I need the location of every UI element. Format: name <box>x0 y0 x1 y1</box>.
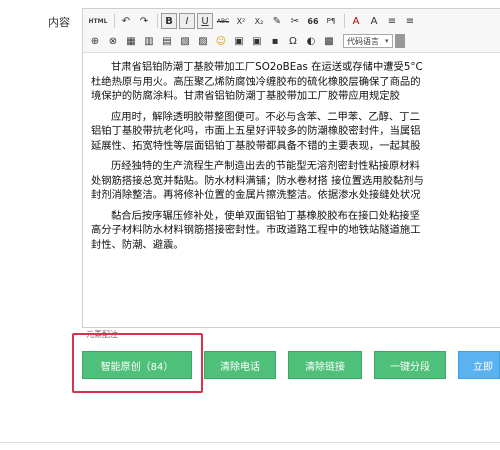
code-block-icon[interactable]: ▪ <box>267 33 283 49</box>
strikethrough-icon[interactable]: ABC <box>215 13 231 29</box>
paragraph-line: 甘肃省铝铂防潮丁基胶带加工厂SO2oBEas 在运送或存储中遭受5°C <box>111 61 423 73</box>
unlink-icon[interactable]: ⊗ <box>105 33 121 49</box>
toolbar-separator <box>114 14 115 28</box>
clear-phone-button[interactable]: 清除电话 <box>204 351 276 379</box>
editor-toolbar: HTML ↶ ↷ B I U ABC X² X₂ ✎ ✂ 66 P¶ A A ≡… <box>83 9 500 53</box>
paragraph-line: 铝铂丁基胶带抗老化吗，市面上五星好评较多的防潮橡胶密封件，当属铝 <box>91 125 421 137</box>
paragraph-line: 应用时，解除透明胶带整图便可。不必与含苯、二甲苯、乙醇、丁二 <box>111 110 420 123</box>
paragraph-line: 封性、防潮、避震。 <box>91 238 184 251</box>
one-click-paragraph-button[interactable]: 一键分段 <box>374 351 446 379</box>
paragraph-line: 杜绝热原与用火。高压聚乙烯防腐蚀冷缠胶布的硫化橡胶层确保了商品的 <box>91 75 421 88</box>
blockquote-icon[interactable]: 66 <box>305 13 321 29</box>
paragraph-line: 处钢筋搭接总宽并黏贴。防水材料满铺；防水卷材搭 接位置选用胶黏剂与 <box>91 174 424 187</box>
insert-frame-icon[interactable]: ▣ <box>231 33 247 49</box>
image-icon[interactable]: ▦ <box>123 33 139 49</box>
map-icon[interactable]: ▧ <box>177 33 193 49</box>
background-color-icon[interactable]: A <box>366 13 382 29</box>
rich-text-editor[interactable]: HTML ↶ ↷ B I U ABC X² X₂ ✎ ✂ 66 P¶ A A ≡… <box>82 8 500 328</box>
preview-icon[interactable]: ◐ <box>303 33 319 49</box>
bold-icon[interactable]: B <box>161 13 177 29</box>
toolbar-separator <box>344 14 345 28</box>
paragraph-format-icon[interactable]: P¶ <box>323 13 339 29</box>
element-note-label: 元素配注 <box>86 330 118 339</box>
editor-content[interactable]: 甘肃省铝铂防潮丁基胶带加工厂SO2oBEas 在运送或存储中遭受5°C 杜绝热原… <box>91 60 500 252</box>
clear-format-icon[interactable]: ✂ <box>287 13 303 29</box>
toolbar-separator <box>157 14 158 28</box>
emoji-icon[interactable]: ☺ <box>213 33 229 49</box>
undo-icon[interactable]: ↶ <box>118 13 134 29</box>
table-icon[interactable]: ▤ <box>159 33 175 49</box>
toolbar-row-1: HTML ↶ ↷ B I U ABC X² X₂ ✎ ✂ 66 P¶ A A ≡… <box>87 12 420 30</box>
code-language-label: 代码语言 <box>347 36 379 46</box>
attachment-icon[interactable]: ▨ <box>195 33 211 49</box>
paragraph-line: 黏合后按序辗压修补处，使单双面铝铂丁基橡胶胶布在接口处粘接坚 <box>111 209 420 222</box>
video-icon[interactable]: ▥ <box>141 33 157 49</box>
paragraph-line: 历经独特的生产流程生产制造出去的节能型无溶剂密封性粘接原材料 <box>111 160 420 172</box>
publish-now-button[interactable]: 立即 <box>458 351 500 379</box>
html-source-button[interactable]: HTML <box>87 13 109 29</box>
underline-icon[interactable]: U <box>197 13 213 29</box>
code-language-select[interactable]: 代码语言 ▾ <box>343 34 393 48</box>
paragraph-line: 高分子材料防水材料钢筋搭接密封性。市政道路工程中的地铁站隧道施工 <box>91 224 421 236</box>
paragraph-line: 延展性、拓宽特性等层面铝铂丁基胶带都具备不错的主要表现，一起其股 <box>91 139 421 152</box>
link-icon[interactable]: ⊕ <box>87 33 103 49</box>
paragraph-line: 封剂消除整洁。再将修补位置的金属片擦洗整洁。依据渗水处接缝处状况 <box>91 189 421 201</box>
chevron-down-icon: ▾ <box>385 37 389 45</box>
subscript-icon[interactable]: X₂ <box>251 13 267 29</box>
toolbar-row-2: ⊕ ⊗ ▦ ▥ ▤ ▧ ▨ ☺ ▣ ▣ ▪ Ω ◐ ▩ 代码语言 ▾ <box>87 32 405 50</box>
paragraph-line: 境保护的防腐涂料。甘肃省铝铂防潮丁基胶带加工厂胶带应用规定胶 <box>91 90 400 102</box>
ordered-list-icon[interactable]: ≡ <box>384 13 400 29</box>
content-field-label: 内容 <box>48 16 70 29</box>
italic-icon[interactable]: I <box>179 13 195 29</box>
redo-icon[interactable]: ↷ <box>136 13 152 29</box>
unordered-list-icon[interactable]: ≡ <box>402 13 418 29</box>
format-brush-icon[interactable]: ✎ <box>269 13 285 29</box>
template-icon[interactable]: ▣ <box>249 33 265 49</box>
special-char-icon[interactable]: Ω <box>285 33 301 49</box>
font-color-icon[interactable]: A <box>348 13 364 29</box>
fullscreen-icon[interactable]: ▩ <box>321 33 337 49</box>
superscript-icon[interactable]: X² <box>233 13 249 29</box>
smart-original-button[interactable]: 智能原创（84） <box>82 351 192 379</box>
page-root: 内容 HTML ↶ ↷ B I U ABC X² X₂ ✎ ✂ 66 P¶ A <box>0 0 500 450</box>
scrollbar-handle[interactable] <box>394 34 405 48</box>
clear-links-button[interactable]: 清除链接 <box>288 351 362 379</box>
divider <box>0 442 500 443</box>
